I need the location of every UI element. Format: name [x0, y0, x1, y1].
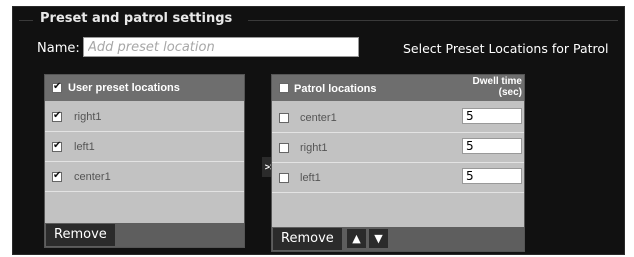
patrol-footer: Remove ▲ ▼	[272, 227, 524, 251]
dwell-time-header-line2: (sec)	[498, 87, 522, 98]
patrol-header-label: Patrol locations	[294, 83, 377, 95]
down-arrow-icon[interactable]: ▼	[369, 229, 388, 248]
preset-checkbox[interactable]	[52, 170, 62, 182]
list-item[interactable]: left1	[45, 132, 244, 162]
fieldset-border	[248, 20, 618, 21]
list-item[interactable]: left1	[272, 163, 524, 193]
select-preset-label: Select Preset Locations for Patrol	[403, 41, 609, 56]
remove-patrol-button[interactable]: Remove	[273, 228, 342, 250]
preset-patrol-panel: Preset and patrol settings Name: Select …	[12, 6, 625, 255]
list-item[interactable]: right1	[45, 102, 244, 132]
up-arrow-icon[interactable]: ▲	[347, 229, 366, 248]
select-all-presets-checkbox[interactable]	[52, 81, 62, 93]
preset-label: right1	[74, 111, 102, 123]
preset-checkbox[interactable]	[52, 110, 62, 122]
user-preset-list: User preset locations right1 left1 cente…	[44, 74, 245, 248]
patrol-checkbox[interactable]	[279, 173, 289, 183]
section-title: Preset and patrol settings	[36, 11, 237, 26]
patrol-label: center1	[300, 112, 337, 124]
patrol-list: Patrol locations Dwell time (sec) center…	[271, 74, 525, 252]
dwell-time-input[interactable]	[462, 108, 522, 124]
preset-label: center1	[74, 171, 111, 183]
dwell-time-input[interactable]	[462, 138, 522, 154]
select-all-patrol-checkbox[interactable]	[279, 83, 289, 93]
patrol-label: left1	[300, 172, 321, 184]
preset-name-input[interactable]	[83, 37, 359, 57]
preset-checkbox[interactable]	[52, 140, 62, 152]
user-preset-header: User preset locations	[45, 75, 244, 101]
fieldset-border	[19, 20, 33, 21]
remove-preset-button[interactable]: Remove	[46, 224, 115, 246]
list-item[interactable]: center1	[45, 162, 244, 192]
user-preset-header-label: User preset locations	[68, 82, 180, 94]
dwell-time-header-line1: Dwell time	[472, 76, 522, 87]
preset-label: left1	[74, 141, 95, 153]
patrol-header: Patrol locations Dwell time (sec)	[272, 75, 524, 101]
dwell-time-input[interactable]	[462, 168, 522, 184]
patrol-label: right1	[300, 142, 328, 154]
name-label: Name:	[37, 41, 80, 56]
patrol-checkbox[interactable]	[279, 143, 289, 153]
list-item[interactable]: right1	[272, 133, 524, 163]
dwell-time-header: Dwell time (sec)	[473, 76, 522, 98]
user-preset-footer: Remove	[45, 223, 244, 247]
patrol-checkbox[interactable]	[279, 113, 289, 123]
list-item[interactable]: center1	[272, 103, 524, 133]
